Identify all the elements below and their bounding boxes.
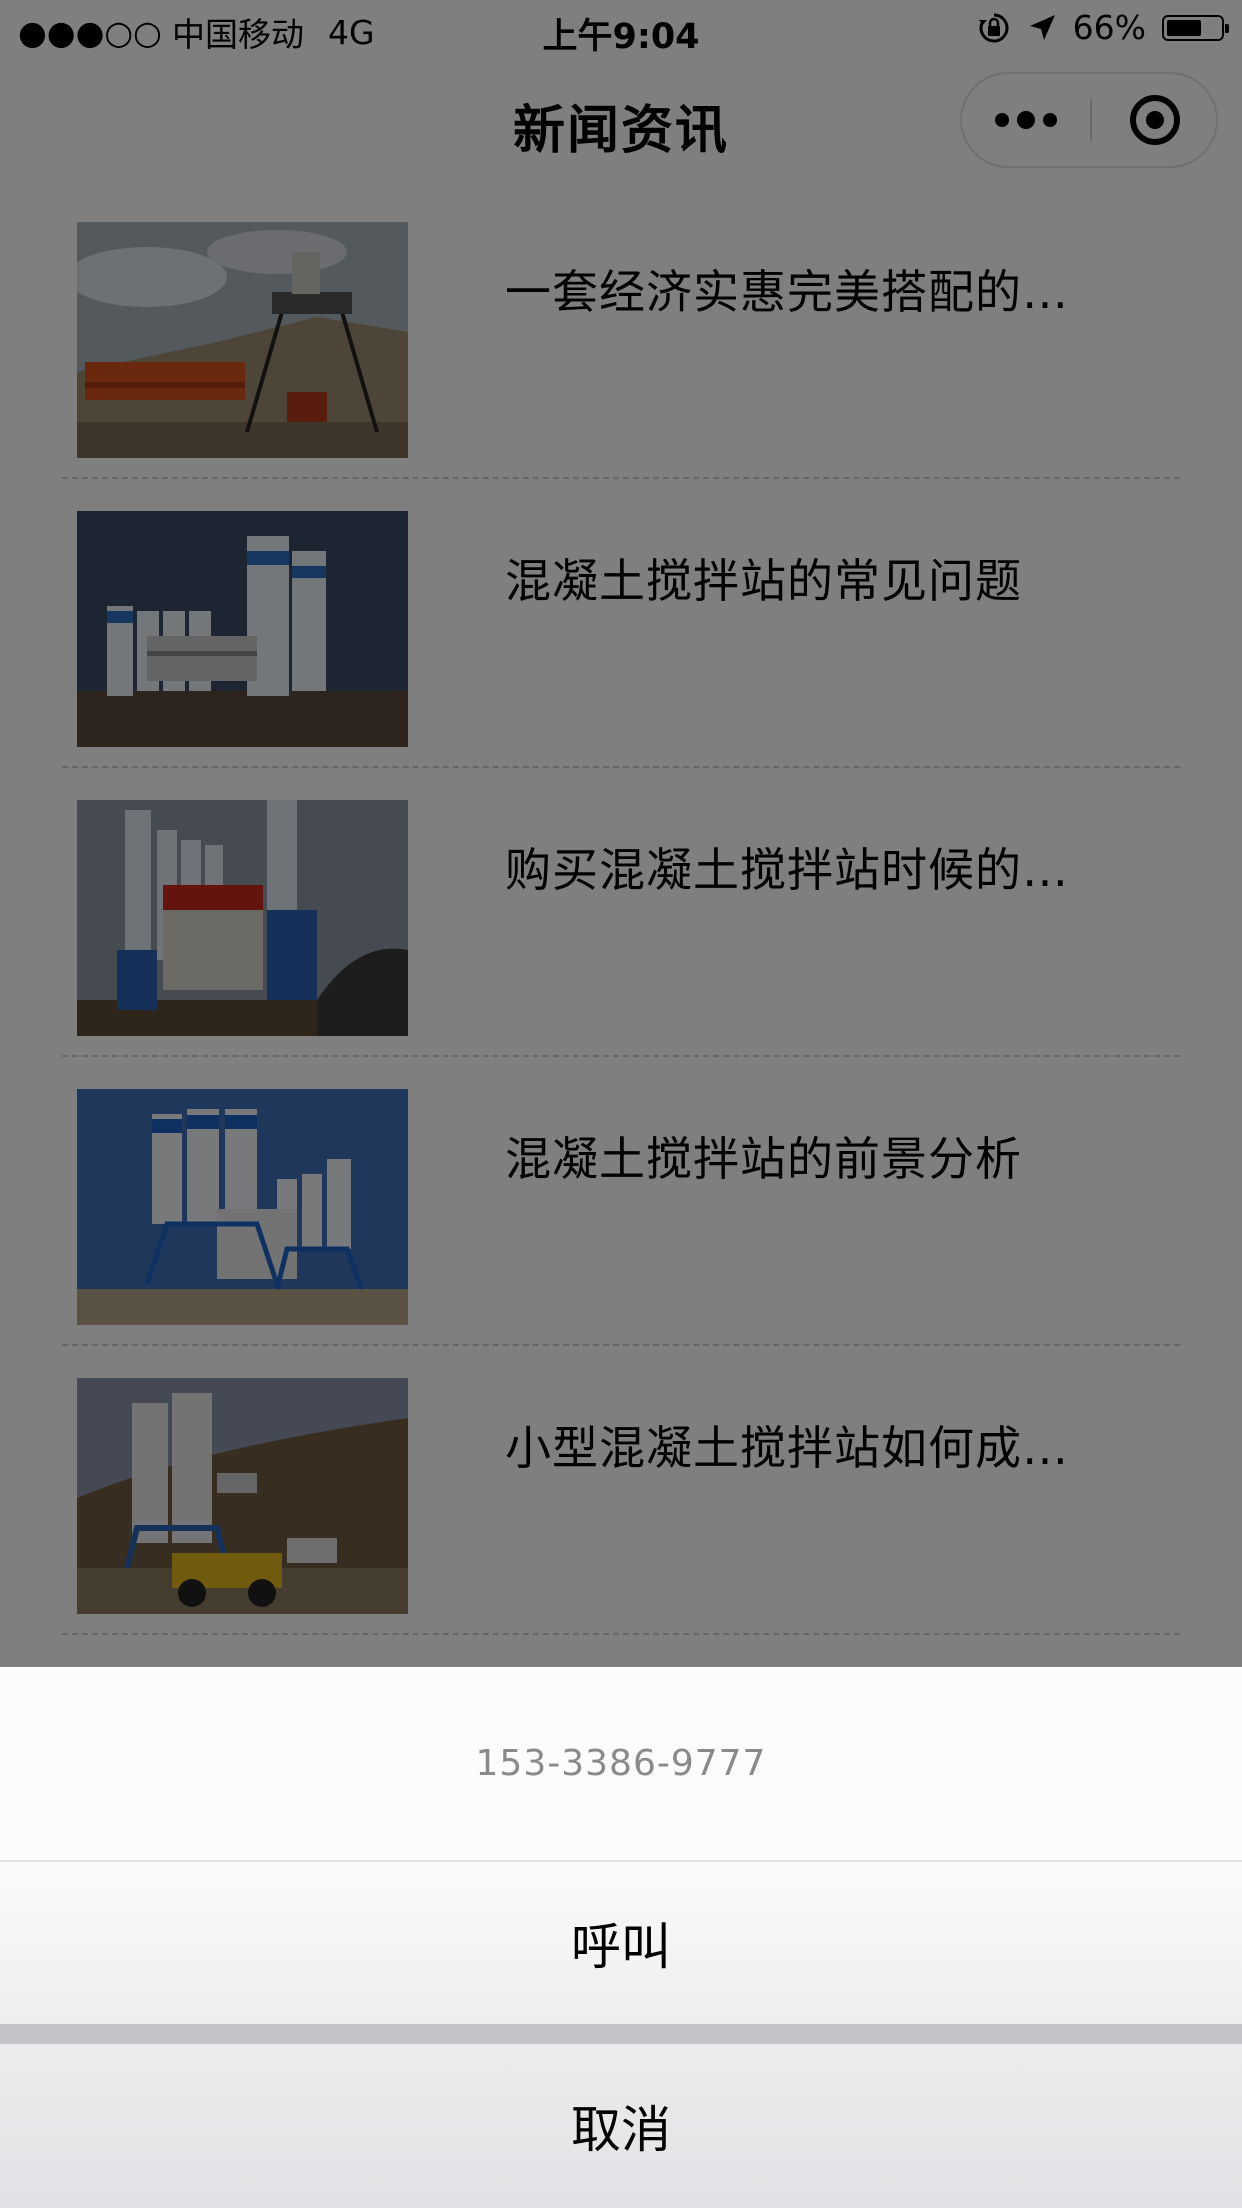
- cancel-button[interactable]: 取消: [0, 2044, 1242, 2208]
- call-button[interactable]: 呼叫: [0, 1862, 1242, 2024]
- action-sheet-divider: [0, 2024, 1242, 2044]
- phone-number: 153-3386-9777: [475, 1743, 767, 1784]
- action-sheet: 153-3386-9777 呼叫 取消: [0, 1667, 1242, 2208]
- action-sheet-header: 153-3386-9777: [0, 1667, 1242, 1862]
